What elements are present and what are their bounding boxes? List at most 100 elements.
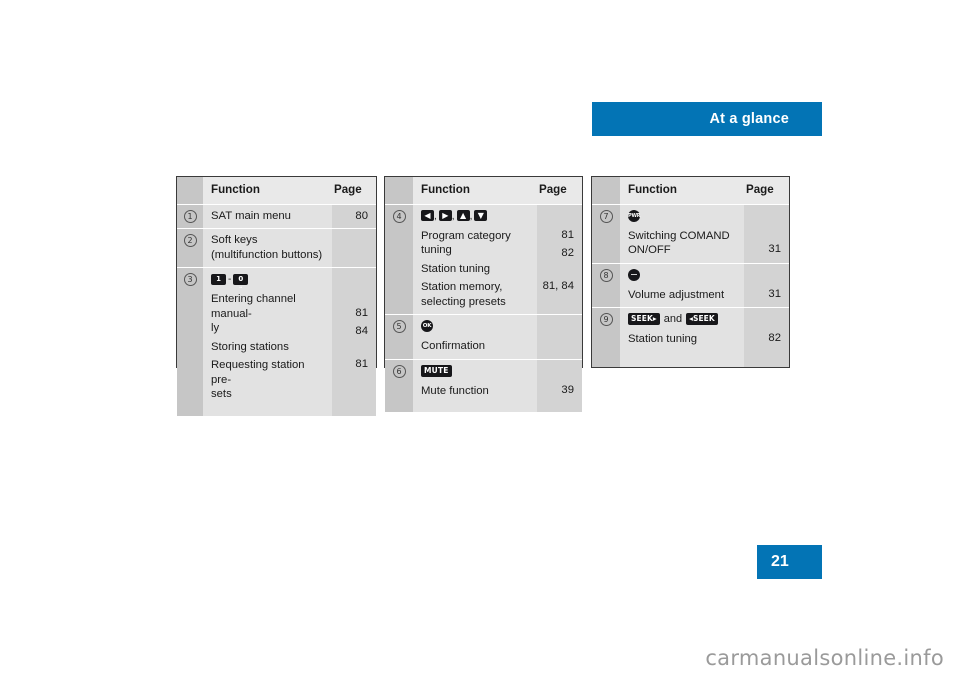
table-row: 5 OK Confirmation: [385, 314, 582, 359]
page-reference: 82: [768, 332, 781, 344]
row-marker-cell: 9: [592, 308, 620, 352]
function-cell: SAT main menu: [203, 204, 332, 228]
table-row: 3 1-0 ␣ Entering channel manual-ly Storing s…: [177, 267, 376, 407]
function-table-middle: Function Page 4 ◀, ▶, ▲, ▼ Program category tun…: [384, 176, 583, 412]
page-reference: 39: [561, 383, 574, 396]
arrow-key-icon: ▶: [438, 210, 452, 222]
page-reference: 81, 84: [542, 280, 574, 292]
filler-marker: [592, 351, 620, 367]
row-marker-cell: 1: [177, 204, 203, 228]
page-spacer: [744, 312, 781, 327]
page-cell: 82: [744, 308, 789, 352]
function-text: Soft keys: [211, 234, 258, 246]
circled-number-5: 5: [392, 320, 406, 333]
page-reference: 81: [561, 228, 574, 241]
page-cell: 81 84 81: [332, 268, 376, 407]
table-filler: [177, 406, 376, 416]
key-button-1: 1: [211, 273, 226, 285]
page-number-block: 21: [757, 545, 822, 579]
arrow-key-icon: ◀: [421, 210, 434, 222]
row-marker-cell: 7: [592, 204, 620, 263]
function-text: Station tuning: [628, 333, 698, 345]
range-dash: -: [228, 274, 232, 285]
arrow-key-icon: ▲: [456, 210, 470, 222]
page-spacer: [537, 364, 574, 379]
header-marker-cell: [592, 177, 620, 204]
page-reference: 31: [768, 243, 781, 255]
filler-page: [537, 403, 582, 412]
function-cell: Volume adjustment: [620, 263, 744, 307]
circled-number-2: 2: [183, 234, 197, 247]
circled-number-8: 8: [599, 268, 613, 282]
circled-number-1: 1: [183, 209, 197, 223]
function-table-left: Function Page 1 SAT main menu 80 2 Soft keys (m…: [176, 176, 377, 416]
table-row: 1 SAT main menu 80: [177, 203, 376, 228]
row-marker-cell: 8: [592, 263, 620, 307]
page-cell: 80: [332, 204, 376, 228]
function-text: Station memory,: [421, 281, 503, 293]
function-text: Requesting station pre-: [211, 359, 305, 386]
column-header-page: Page: [537, 177, 582, 204]
volume-knob-icon: [628, 268, 640, 281]
header-banner: At a glance: [592, 102, 822, 136]
function-cell: 1-0 ␣ Entering channel manual-ly Storing st…: [203, 268, 332, 407]
table-filler: [385, 403, 582, 412]
key-button-0: 0 ␣: [233, 273, 249, 287]
function-text: Confirmation: [421, 340, 486, 352]
page-title: At a glance: [709, 111, 789, 127]
column-header-page: Page: [332, 177, 376, 204]
column-header-function: Function: [203, 177, 332, 204]
function-text: Mute function: [421, 384, 489, 397]
page-reference: 82: [561, 247, 574, 259]
page-cell: 81 82 81, 84: [537, 204, 582, 314]
table-header-row: Function Page: [385, 177, 582, 204]
function-cell: ◀, ▶, ▲, ▼ Program category tuning Station tu…: [413, 204, 537, 314]
filler-function: [413, 403, 537, 412]
page-spacer: [744, 209, 781, 224]
row-marker-cell: 3: [177, 268, 203, 407]
page-reference: 31: [768, 287, 781, 300]
function-cell: MUTE Mute function: [413, 359, 537, 403]
circle-button-ok-icon: OK: [421, 320, 433, 333]
page-cell: 39: [537, 359, 582, 403]
table-row: 8 Volume adjustment 31: [592, 262, 789, 307]
table-row: 7 PWR Switching COMAND ON/OFF 31: [592, 203, 789, 263]
circled-number-7: 7: [599, 209, 613, 223]
glyph-row: OK: [421, 319, 531, 335]
row-marker-cell: 2: [177, 229, 203, 267]
circled-number-3: 3: [183, 273, 197, 286]
row-marker-cell: 6: [385, 359, 413, 403]
column-header-page: Page: [744, 177, 789, 204]
header-marker-cell: [177, 177, 203, 204]
glyph-row: ◀, ▶, ▲, ▼: [421, 209, 531, 225]
table-header-row: Function Page: [592, 177, 789, 204]
key-button-seek: SEEK▸: [628, 313, 660, 326]
filler-marker: [177, 406, 203, 416]
glyph-row: MUTE: [421, 364, 531, 380]
function-text: Program category tuning: [421, 229, 511, 257]
page-cell: [537, 315, 582, 359]
table-row: 6 MUTE Mute function 39: [385, 358, 582, 403]
page-reference: [332, 343, 368, 358]
page-reference: 81: [355, 306, 368, 319]
page-spacer: [744, 268, 781, 283]
function-text: ly: [211, 322, 220, 334]
page-cell: 31: [744, 204, 789, 263]
row-marker-cell: 5: [385, 315, 413, 359]
conjunction-text: and: [663, 313, 683, 325]
page-spacer: [537, 319, 574, 334]
glyph-row: PWR: [628, 209, 738, 225]
function-text: SAT main menu: [211, 209, 291, 222]
circled-number-4: 4: [392, 209, 406, 223]
table-row: 4 ◀, ▶, ▲, ▼ Program category tuning Station t…: [385, 203, 582, 314]
glyph-row: SEEK▸ and ◂SEEK: [628, 312, 738, 328]
filler-marker: [385, 403, 413, 412]
circled-number-9: 9: [599, 313, 613, 326]
arrow-key-icon: ▼: [474, 210, 488, 222]
function-text: sets: [211, 388, 232, 400]
page-reference: 81: [355, 358, 368, 370]
function-cell: Soft keys (multifunction buttons): [203, 229, 332, 267]
watermark: carmanualsonline.info: [705, 646, 944, 670]
function-text: Station tuning: [421, 262, 491, 275]
glyph-separator: ,: [451, 210, 455, 222]
